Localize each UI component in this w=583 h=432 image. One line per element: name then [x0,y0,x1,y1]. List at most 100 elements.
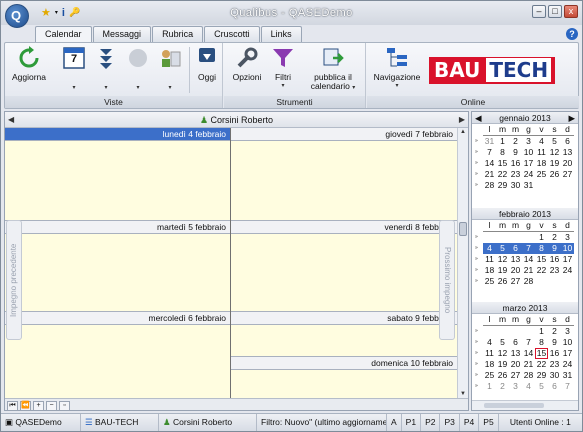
calendar-day[interactable]: 21 [522,265,535,276]
first-icon[interactable]: ⏮ [7,401,18,411]
month-grid[interactable]: l m m g v s d» 31 1 2 3 4 5 6» 7 8 9 10 11 12 13» 14 15 16 17 18 1… [475,124,578,191]
calendar-day[interactable]: 31 [522,180,535,191]
day-header-thu[interactable]: giovedì 7 febbraio [231,128,457,141]
week-selector[interactable]: » [475,359,483,370]
next-arrow-icon[interactable]: ▶ [459,112,465,128]
navigazione-button[interactable]: Navigazione ▾ [371,46,423,91]
chevron-down-icon[interactable]: ▾ [125,84,151,93]
week-selector[interactable]: » [475,169,483,180]
chevron-down-icon[interactable]: ▾ [93,84,119,93]
calendar-day[interactable]: 18 [535,158,548,169]
calendar-day[interactable]: 15 [535,254,548,265]
calendar-day[interactable]: 17 [561,254,574,265]
week-selector[interactable]: » [475,326,483,337]
prev-page-icon[interactable]: ⏪ [20,401,31,411]
calendar-day[interactable]: 6 [561,136,574,147]
calendar-day[interactable]: 4 [522,381,535,392]
calendar-day[interactable]: 9 [548,337,561,348]
calendar-day[interactable]: 12 [496,254,509,265]
calendar-day[interactable]: 9 [509,147,522,158]
calendar-day[interactable]: 19 [496,265,509,276]
help-icon[interactable]: ? [566,28,578,40]
calendar-day[interactable]: 3 [522,136,535,147]
calendar-day[interactable]: 21 [483,169,496,180]
calendar-day[interactable]: 10 [561,337,574,348]
calendar-day[interactable]: 26 [496,276,509,287]
calendar-day[interactable]: 10 [561,243,574,254]
calendar-day[interactable]: 22 [535,265,548,276]
calendar-day[interactable]: 15 [535,348,548,359]
app-menu-button[interactable]: Q [5,4,29,28]
calendar-day[interactable]: 31 [483,136,496,147]
day-header-wed[interactable]: mercoledì 6 febbraio [5,312,230,325]
next-month-icon[interactable]: ▶ [568,112,575,124]
calendar-day[interactable]: 22 [496,169,509,180]
week-selector[interactable]: » [475,254,483,265]
week-selector[interactable]: » [475,370,483,381]
calendar-day[interactable]: 13 [509,348,522,359]
week-selector[interactable]: » [475,232,483,243]
calendar-day[interactable]: 6 [548,381,561,392]
calendar-day[interactable]: 25 [535,169,548,180]
calendar-day[interactable]: 5 [496,243,509,254]
calendar-day[interactable]: 12 [548,147,561,158]
week-selector[interactable]: » [475,180,483,191]
prev-month-icon[interactable]: ◀ [475,112,482,124]
calendar-day[interactable]: 15 [496,158,509,169]
calendar-day[interactable]: 4 [483,337,496,348]
calendar-day[interactable]: 7 [561,381,574,392]
calendar-day[interactable]: 27 [509,370,522,381]
calendar-day[interactable]: 14 [522,348,535,359]
minimize-button[interactable]: – [532,5,546,18]
calendar-day[interactable]: 11 [483,348,496,359]
calendar-day[interactable]: 5 [535,381,548,392]
calendar-day[interactable]: 27 [509,276,522,287]
calendar-day[interactable]: 28 [483,180,496,191]
calendar-day[interactable]: 30 [548,370,561,381]
calendar-day[interactable]: 1 [535,326,548,337]
calendar-day[interactable]: 2 [548,326,561,337]
calendar-day[interactable]: 11 [535,147,548,158]
month-grid[interactable]: l m m g v s d» 1 2 3» 4 5 6 7 8 9 10» 11 12 13 14 15 16 17» 18 19… [475,314,578,392]
calendar-day[interactable]: 14 [522,254,535,265]
week-view-button[interactable]: ▾ [93,46,119,93]
calendar-day[interactable]: 16 [509,158,522,169]
calendar-day[interactable]: 26 [496,370,509,381]
week-selector[interactable]: » [475,348,483,359]
calendar-day[interactable]: 24 [522,169,535,180]
week-selector[interactable]: » [475,381,483,392]
month-grid[interactable]: l m m g v s d» 1 2 3» 4 5 6 7 8 9 10» 11 12 13 14 15 16 17» 18 19… [475,220,578,287]
calendar-day[interactable]: 11 [483,254,496,265]
calendar-scrollbar[interactable] [472,400,578,410]
week-selector[interactable]: » [475,158,483,169]
calendar-day[interactable]: 8 [535,337,548,348]
calendar-day[interactable]: 19 [496,359,509,370]
calendar-day[interactable]: 21 [522,359,535,370]
calendar-day[interactable]: 30 [509,180,522,191]
calendar-day[interactable]: 26 [548,169,561,180]
calendar-day[interactable]: 28 [522,276,535,287]
previous-appointment-tab[interactable]: Impegno precedente [6,220,22,340]
remove-icon[interactable]: − [46,401,57,411]
calendar-day[interactable]: 6 [509,243,522,254]
day-header-tue[interactable]: martedì 5 febbraio [5,221,230,234]
status-filter[interactable]: Filtro: Nuovo" (ultimo aggiornament [257,414,387,431]
calendar-day[interactable]: 3 [561,326,574,337]
calendar-day[interactable]: 19 [548,158,561,169]
opzioni-button[interactable]: Opzioni [230,46,264,82]
calendar-day[interactable]: 1 [483,381,496,392]
calendar-day[interactable]: 3 [561,232,574,243]
calendar-day[interactable]: 23 [548,265,561,276]
calendar-day[interactable]: 5 [548,136,561,147]
chevron-down-icon[interactable]: ▾ [270,82,296,91]
scroll-thumb[interactable] [484,403,544,408]
calendar-day[interactable]: 13 [561,147,574,158]
calendar-day[interactable]: 18 [483,359,496,370]
calendar-day[interactable]: 2 [496,381,509,392]
day-header-mon[interactable]: lunedì 4 febbraio [5,128,230,141]
calendar-day[interactable]: 20 [561,158,574,169]
calendar-day[interactable]: 18 [483,265,496,276]
calendar-day[interactable]: 20 [509,359,522,370]
calendar-day[interactable]: 23 [548,359,561,370]
scroll-thumb[interactable] [459,222,467,236]
